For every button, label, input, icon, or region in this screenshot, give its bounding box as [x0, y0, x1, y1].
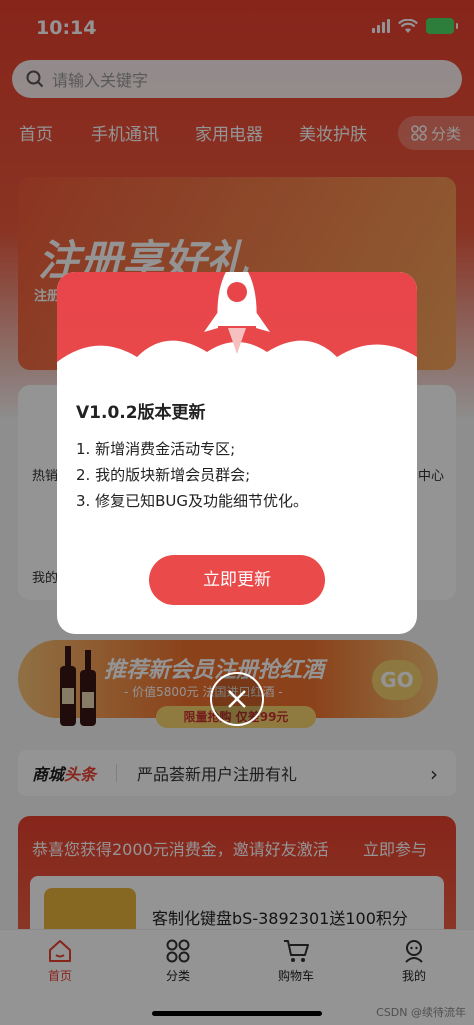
changelog-item: 3. 修复已知BUG及功能细节优化。 [76, 492, 308, 510]
close-icon [228, 690, 246, 708]
changelog-item: 1. 新增消费金活动专区; [76, 440, 236, 458]
update-now-button[interactable]: 立即更新 [149, 555, 325, 605]
dialog-title: V1.0.2版本更新 [76, 403, 206, 423]
changelog-list: 1. 新增消费金活动专区; 2. 我的版块新增会员群会; 3. 修复已知BUG及… [76, 436, 308, 514]
update-dialog: V1.0.2版本更新 1. 新增消费金活动专区; 2. 我的版块新增会员群会; … [57, 272, 417, 634]
rocket-icon [204, 272, 270, 354]
close-button[interactable] [210, 672, 264, 726]
changelog-item: 2. 我的版块新增会员群会; [76, 466, 251, 484]
